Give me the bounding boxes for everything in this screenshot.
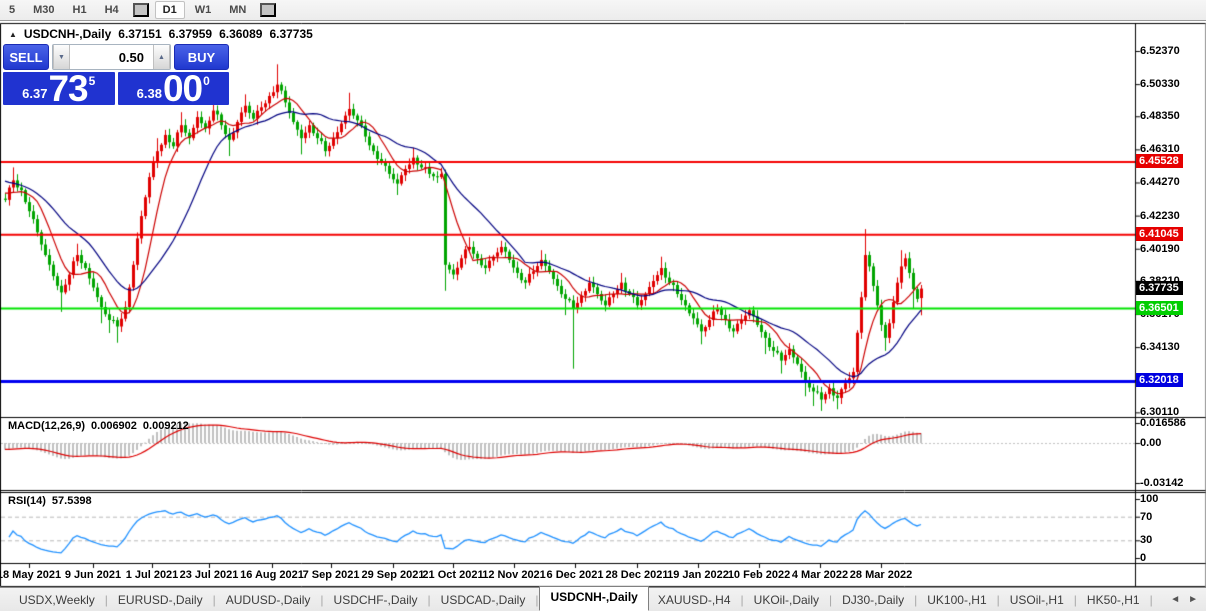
volume-input[interactable]	[70, 45, 153, 69]
macd-tick-label: 0.00	[1140, 437, 1162, 449]
ohlc-close: 6.37735	[269, 27, 313, 41]
symbol-tab[interactable]: XAUUSD-,H4	[649, 590, 740, 610]
date-tick-label: 12 Nov 2021	[482, 569, 546, 581]
macd-tick-label: 0.016586	[1140, 417, 1186, 429]
symbol-tab[interactable]: UKOil-,Daily	[745, 590, 828, 610]
symbol-tab[interactable]: USDCHF-,Daily	[325, 590, 427, 610]
macd-tick-label: -0.03142	[1140, 477, 1184, 489]
rsi-tick-label: 0	[1140, 552, 1147, 564]
sell-price-sup: 5	[88, 74, 96, 88]
symbol-tab[interactable]: UK100-,H1	[918, 590, 995, 610]
ohlc-high: 6.37959	[168, 27, 213, 41]
macd-name: MACD(12,26,9)	[8, 420, 86, 432]
price-tick-label: 6.52370	[1140, 45, 1180, 57]
timeframe-button[interactable]: 5	[1, 1, 23, 19]
price-level-badge: 6.37735	[1136, 280, 1183, 295]
timeframe-toolbar: 5 M30 H1 H4 D1 W1 MN	[0, 0, 1206, 21]
price-tick-label: 6.34130	[1140, 341, 1180, 354]
symbol-tab[interactable]: HK50-,H1	[1078, 590, 1149, 610]
symbol-tab	[1149, 593, 1154, 607]
price-tick-label: 6.44270	[1140, 176, 1180, 189]
rsi-tick-label: 30	[1140, 534, 1153, 547]
symbol-tab[interactable]: USDCAD-,Daily	[432, 590, 535, 610]
price-level-badge: 6.41045	[1136, 226, 1183, 241]
symbol-tab-bar: USDX,WeeklyEURUSD-,DailyAUDUSD-,DailyUSD…	[0, 586, 1206, 611]
timeframe-button[interactable]: D1	[154, 1, 185, 19]
date-tick-label: 19 Jan 2022	[667, 569, 729, 581]
tab-scroll-left-icon[interactable]: ◄	[1170, 594, 1180, 605]
price-level-badge: 6.36501	[1136, 300, 1183, 315]
date-tick-label: 18 May 2021	[0, 569, 62, 581]
symbol-tab[interactable]: EURUSD-,Daily	[109, 590, 212, 610]
date-tick-label: 7 Sep 2021	[302, 569, 360, 581]
buy-price-big: 00	[162, 68, 203, 109]
date-tick-label: 16 Aug 2021	[240, 569, 304, 581]
collapse-panel-icon[interactable]: ▲	[9, 30, 17, 39]
date-tick-label: 28 Mar 2022	[849, 569, 913, 581]
buy-price-sup: 0	[203, 74, 210, 88]
one-click-trading-panel: SELL ▼ ▲ BUY 6.37 73 5 6.38 00 0	[3, 44, 229, 109]
timeframe-button[interactable]: H1	[65, 1, 95, 19]
sell-button[interactable]: SELL	[3, 44, 49, 70]
date-tick-label: 10 Feb 2022	[727, 569, 791, 581]
buy-price-small: 6.38	[136, 86, 162, 101]
rsi-name: RSI(14)	[8, 495, 46, 507]
timeframe-button[interactable]: W1	[187, 1, 220, 19]
timeframe-button	[132, 3, 149, 17]
symbol-tab[interactable]: DJ30-,Daily	[833, 590, 913, 610]
timeframe-button[interactable]: M30	[25, 1, 62, 19]
date-tick-label: 28 Dec 2021	[605, 569, 669, 581]
rsi-tick-label: 70	[1140, 510, 1153, 523]
date-tick-label: 21 Oct 2021	[422, 569, 484, 581]
date-tick-label: 29 Sep 2021	[361, 569, 425, 581]
symbol-period-label: USDCNH-,Daily	[23, 27, 112, 41]
price-tick-label: 6.50330	[1140, 78, 1180, 91]
date-tick-label: 9 Jun 2021	[64, 569, 122, 581]
symbol-tab[interactable]: AUDUSD-,Daily	[217, 590, 320, 610]
macd-indicator-label: MACD(12,26,9) 0.006902 0.009212	[8, 420, 189, 432]
volume-spinner: ▼ ▲	[52, 44, 171, 70]
ohlc-low: 6.36089	[219, 27, 263, 41]
date-tick-label: 23 Jul 2021	[179, 569, 239, 581]
symbol-tab[interactable]: USOil-,H1	[1001, 590, 1073, 610]
tab-scroll-arrows: ◄ ►	[1170, 594, 1198, 605]
rsi-indicator-label: RSI(14) 57.5398	[8, 495, 92, 507]
price-tick-label: 6.42230	[1140, 209, 1180, 222]
volume-increase-icon[interactable]: ▲	[153, 45, 170, 69]
symbol-tab[interactable]: USDCNH-,Daily	[539, 586, 649, 611]
date-tick-label: 1 Jul 2021	[125, 569, 179, 581]
date-tick-label: 6 Dec 2021	[546, 569, 604, 581]
buy-price-panel[interactable]: 6.38 00 0	[117, 68, 229, 109]
sell-price-big: 73	[48, 68, 88, 109]
macd-signal-value: 0.009212	[142, 420, 189, 432]
price-tick-label: 6.40190	[1140, 242, 1180, 255]
timeframe-button[interactable]: MN	[221, 1, 254, 19]
symbol-tab[interactable]: USDX,Weekly	[10, 590, 104, 610]
timeframe-button	[260, 3, 277, 17]
sell-price-small: 6.37	[22, 86, 48, 101]
rsi-value: 57.5398	[51, 495, 92, 507]
price-level-badge: 6.32018	[1136, 373, 1183, 388]
timeframe-button[interactable]: H4	[97, 1, 127, 19]
volume-decrease-icon[interactable]: ▼	[53, 45, 70, 69]
date-tick-label: 4 Mar 2022	[791, 569, 849, 581]
macd-value: 0.006902	[91, 420, 137, 432]
chart-title: ▲ USDCNH-,Daily 6.37151 6.37959 6.36089 …	[9, 27, 313, 41]
ohlc-open: 6.37151	[118, 27, 162, 41]
sell-price-panel[interactable]: 6.37 73 5	[3, 68, 115, 109]
price-tick-label: 6.48350	[1140, 110, 1180, 123]
buy-button[interactable]: BUY	[174, 44, 229, 70]
rsi-tick-label: 100	[1140, 493, 1159, 505]
tab-scroll-right-icon[interactable]: ►	[1188, 594, 1198, 605]
price-level-badge: 6.45528	[1136, 154, 1183, 169]
